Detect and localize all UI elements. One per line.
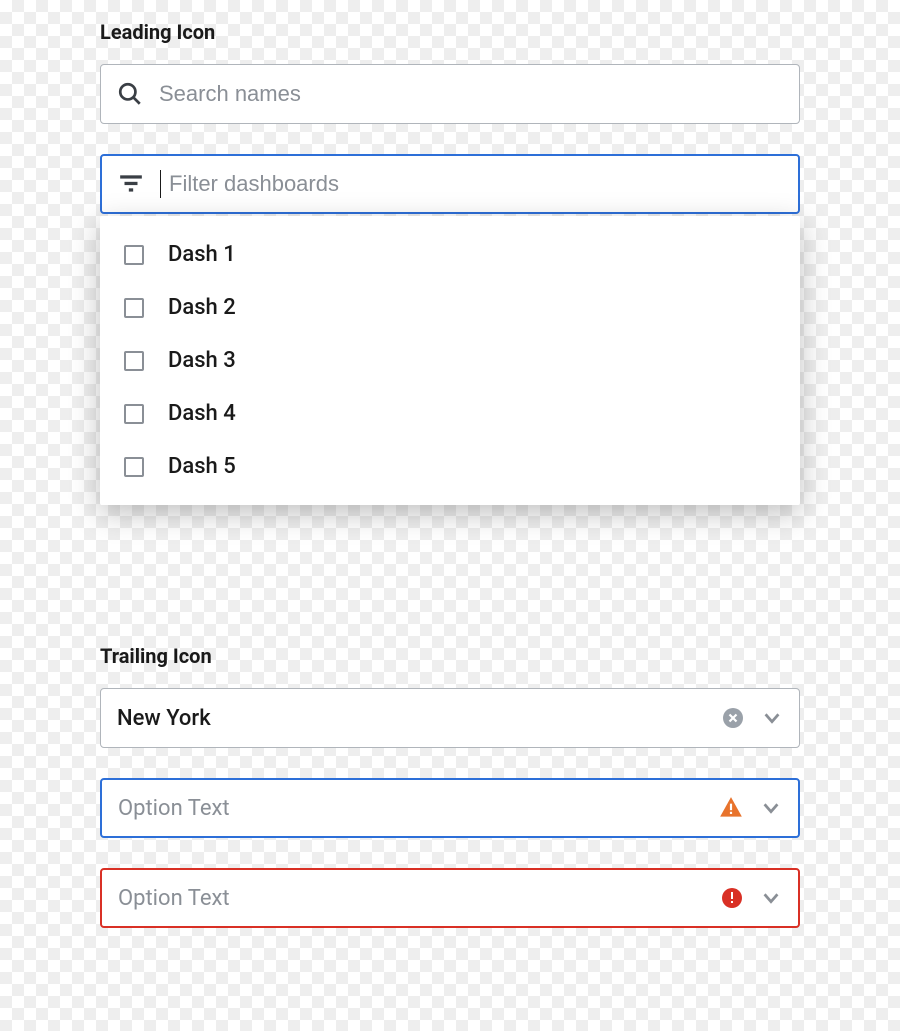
filter-dashboards-input[interactable] (169, 171, 782, 197)
filter-option-label: Dash 4 (168, 401, 236, 426)
filter-option[interactable]: Dash 1 (100, 228, 800, 281)
city-select-value: New York (117, 706, 705, 731)
filter-option-label: Dash 5 (168, 454, 236, 479)
filter-option-label: Dash 1 (168, 242, 236, 267)
filter-option-label: Dash 2 (168, 295, 236, 320)
checkbox-icon[interactable] (124, 245, 144, 265)
checkbox-icon[interactable] (124, 298, 144, 318)
checkbox-icon[interactable] (124, 351, 144, 371)
trailing-icon-heading: Trailing Icon (100, 644, 800, 668)
search-names-input[interactable] (159, 81, 783, 107)
filter-option[interactable]: Dash 4 (100, 387, 800, 440)
filter-icon (118, 171, 144, 197)
filter-options-dropdown: Dash 1 Dash 2 Dash 3 Dash 4 Dash 5 (100, 216, 800, 505)
text-cursor (160, 170, 161, 198)
search-names-field[interactable] (100, 64, 800, 124)
city-select-field[interactable]: New York (100, 688, 800, 748)
checkbox-icon[interactable] (124, 404, 144, 424)
filter-option-label: Dash 3 (168, 348, 236, 373)
filter-option[interactable]: Dash 3 (100, 334, 800, 387)
warning-icon (718, 795, 744, 821)
option-select-warning-field[interactable]: Option Text (100, 778, 800, 838)
search-icon (117, 81, 143, 107)
filter-option[interactable]: Dash 2 (100, 281, 800, 334)
chevron-down-icon[interactable] (761, 707, 783, 729)
error-icon (720, 886, 744, 910)
leading-icon-heading: Leading Icon (100, 20, 800, 44)
option-select-placeholder: Option Text (118, 886, 704, 911)
filter-dashboards-field[interactable] (100, 154, 800, 214)
chevron-down-icon[interactable] (760, 797, 782, 819)
checkbox-icon[interactable] (124, 457, 144, 477)
option-select-error-field[interactable]: Option Text (100, 868, 800, 928)
filter-option[interactable]: Dash 5 (100, 440, 800, 493)
clear-icon[interactable] (721, 706, 745, 730)
chevron-down-icon[interactable] (760, 887, 782, 909)
option-select-placeholder: Option Text (118, 796, 702, 821)
